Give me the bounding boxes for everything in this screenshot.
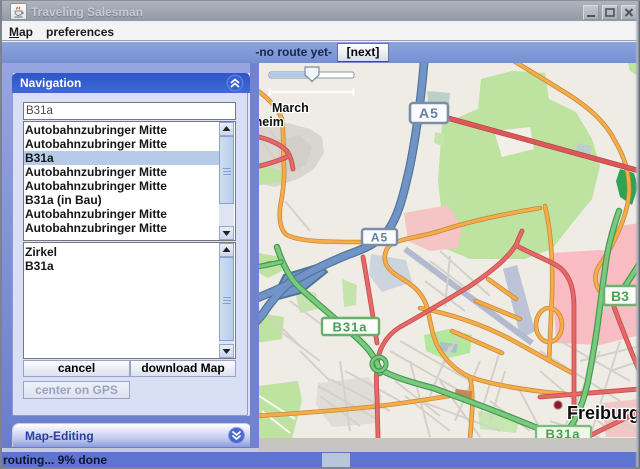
svg-text:A5: A5	[419, 105, 439, 121]
svg-text:A5: A5	[371, 231, 388, 245]
svg-text:B31a: B31a	[332, 320, 367, 335]
svg-text:B3: B3	[611, 288, 629, 304]
svg-text:March: March	[272, 101, 309, 115]
svg-text:hheim: hheim	[259, 115, 284, 129]
svg-text:Freiburg: Freiburg	[567, 403, 638, 423]
svg-text:B31a: B31a	[545, 427, 580, 439]
